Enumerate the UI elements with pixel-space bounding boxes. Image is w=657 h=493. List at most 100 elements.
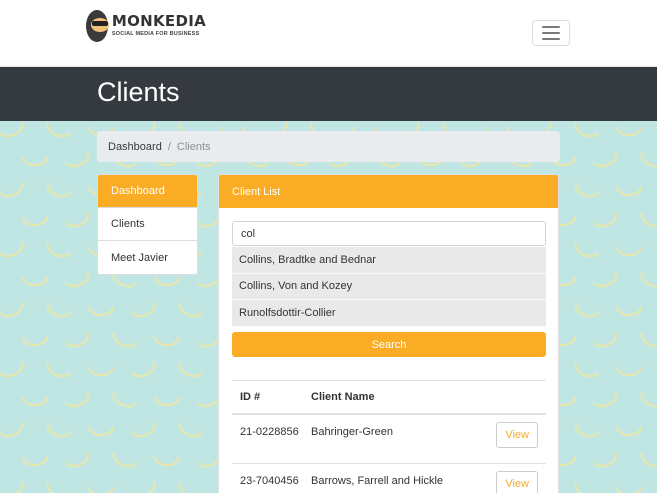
monkey-logo-icon [86, 10, 109, 42]
menu-toggle-button[interactable] [532, 20, 570, 46]
column-header-id: ID # [232, 380, 303, 415]
banana-pattern-icon [571, 421, 599, 442]
view-button[interactable]: View [496, 471, 538, 493]
banana-pattern-icon [43, 481, 71, 493]
sidebar-item-dashboard[interactable]: Dashboard [98, 175, 197, 208]
banana-pattern-icon [175, 421, 203, 442]
brand-title: MONKEDIA [111, 12, 206, 31]
banana-pattern-icon [616, 127, 642, 136]
breadcrumb-separator: / [167, 140, 171, 153]
view-button[interactable]: View [496, 421, 538, 448]
banana-pattern-icon [43, 421, 71, 442]
banana-pattern-icon [88, 367, 114, 376]
banana-pattern-icon [637, 151, 657, 172]
banana-pattern-icon [65, 331, 93, 352]
client-list-card: Client List Collins, Bradtke and Bednar … [218, 174, 559, 493]
banana-pattern-icon [43, 361, 71, 382]
banana-pattern-icon [43, 121, 71, 142]
sidebar-item-meet-javier[interactable]: Meet Javier [98, 241, 197, 274]
banana-pattern-icon [593, 331, 621, 352]
banana-pattern-icon [175, 481, 203, 493]
banana-pattern-icon [637, 451, 657, 472]
banana-pattern-icon [175, 301, 203, 322]
sidebar-nav: Dashboard Clients Meet Javier [97, 174, 198, 275]
banana-pattern-icon [109, 451, 137, 472]
banana-pattern-icon [616, 187, 642, 196]
banana-pattern-icon [616, 427, 642, 436]
banana-pattern-icon [88, 487, 114, 493]
banana-pattern-icon [616, 367, 642, 376]
banana-pattern-icon [0, 121, 27, 142]
table-row: 23-7040456 Barrows, Farrell and Hickle V… [232, 463, 546, 493]
banana-pattern-icon [43, 181, 71, 202]
autocomplete-option[interactable]: Collins, Bradtke and Bednar [232, 247, 546, 274]
banana-pattern-icon [43, 241, 71, 262]
autocomplete-list: Collins, Bradtke and Bednar Collins, Von… [232, 247, 546, 327]
banana-pattern-icon [0, 241, 27, 262]
card-header: Client List [219, 175, 558, 208]
banana-pattern-icon [571, 361, 599, 382]
banana-pattern-icon [0, 301, 27, 322]
banana-pattern-icon [0, 421, 27, 442]
banana-pattern-icon [131, 481, 159, 493]
banana-pattern-icon [109, 331, 137, 352]
banana-pattern-icon [0, 361, 27, 382]
page-title: Clients [97, 77, 180, 107]
banana-pattern-icon [637, 271, 657, 292]
banana-pattern-icon [593, 451, 621, 472]
table-header-row: ID # Client Name [232, 380, 546, 415]
banana-pattern-icon [65, 451, 93, 472]
banana-pattern-icon [43, 301, 71, 322]
banana-pattern-icon [154, 397, 180, 406]
banana-pattern-icon [593, 271, 621, 292]
banana-pattern-icon [65, 211, 93, 232]
banana-pattern-icon [65, 151, 93, 172]
brand-subtitle: SOCIAL MEDIA FOR BUSINESS [111, 31, 200, 38]
banana-pattern-icon [0, 481, 27, 493]
banana-pattern-icon [22, 457, 48, 466]
banana-pattern-icon [637, 391, 657, 412]
banana-pattern-icon [593, 211, 621, 232]
client-search-input[interactable] [232, 221, 546, 246]
breadcrumb-current: Clients [176, 140, 211, 153]
autocomplete-option[interactable]: Runolfsdottir-Collier [232, 300, 546, 327]
banana-pattern-icon [131, 301, 159, 322]
sidebar-item-clients[interactable]: Clients [98, 208, 197, 241]
banana-pattern-icon [131, 421, 159, 442]
banana-pattern-icon [593, 151, 621, 172]
banana-pattern-icon [616, 307, 642, 316]
hamburger-icon [542, 26, 560, 28]
banana-pattern-icon [637, 211, 657, 232]
banana-pattern-icon [571, 481, 599, 493]
client-name: Bahringer-Green [303, 413, 476, 464]
banana-pattern-icon [616, 247, 642, 256]
breadcrumb: Dashboard / Clients [97, 131, 560, 162]
client-name: Barrows, Farrell and Hickle [303, 463, 476, 493]
breadcrumb-dashboard-link[interactable]: Dashboard [108, 141, 162, 153]
banana-pattern-icon [22, 277, 48, 286]
banana-pattern-icon [131, 361, 159, 382]
banana-pattern-icon [88, 427, 114, 436]
page-header: Clients [0, 67, 657, 121]
client-id: 23-7040456 [232, 463, 303, 493]
brand-logo[interactable]: MONKEDIA SOCIAL MEDIA FOR BUSINESS [86, 8, 206, 44]
banana-pattern-icon [0, 181, 27, 202]
banana-pattern-icon [22, 397, 48, 406]
banana-pattern-icon [571, 241, 599, 262]
clients-table: ID # Client Name 21-0228856 Bahringer-Gr… [232, 380, 546, 493]
banana-pattern-icon [65, 391, 93, 412]
banana-pattern-icon [22, 337, 48, 346]
banana-pattern-icon [175, 361, 203, 382]
banana-pattern-icon [154, 337, 180, 346]
column-header-client-name: Client Name [303, 380, 476, 415]
search-button[interactable]: Search [232, 332, 546, 357]
client-id: 21-0228856 [232, 413, 303, 464]
autocomplete-option[interactable]: Collins, Von and Kozey [232, 273, 546, 300]
banana-pattern-icon [571, 181, 599, 202]
column-header-action [475, 380, 546, 415]
banana-pattern-icon [637, 331, 657, 352]
table-row: 21-0228856 Bahringer-Green View [232, 413, 546, 464]
banana-pattern-icon [593, 391, 621, 412]
banana-pattern-icon [88, 307, 114, 316]
banana-pattern-icon [571, 121, 599, 142]
